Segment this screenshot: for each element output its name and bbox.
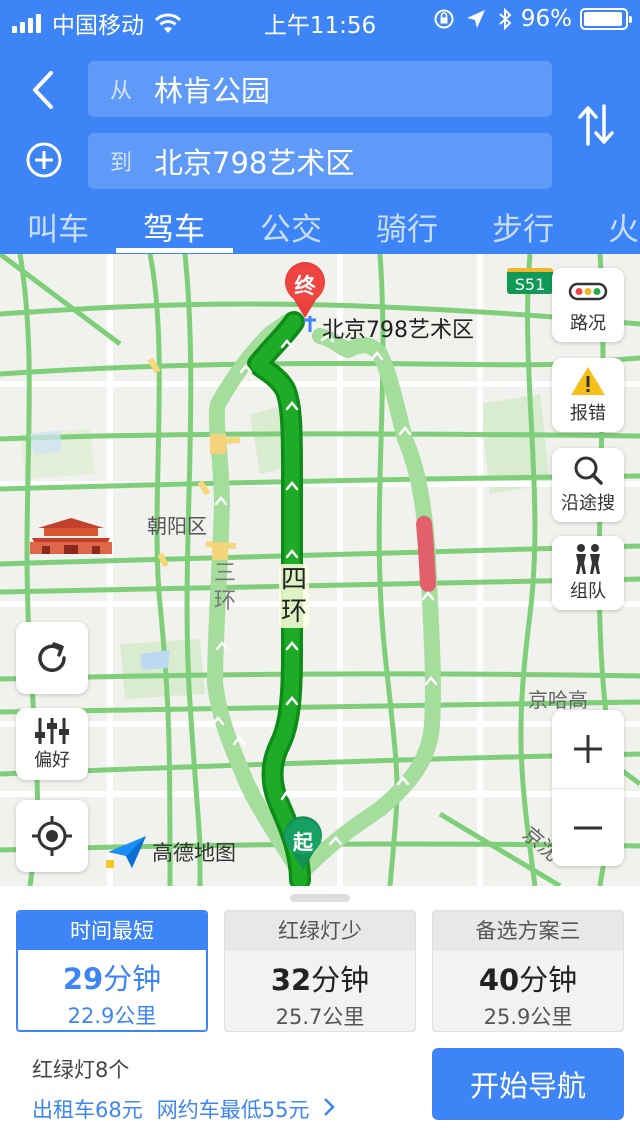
- origin-value: 林肯公园: [154, 74, 271, 108]
- sliders-icon: [35, 718, 69, 744]
- team-icon: [576, 544, 600, 574]
- panel-handle[interactable]: [290, 894, 350, 902]
- rotation-lock-icon: [434, 9, 454, 29]
- taxi-fare[interactable]: 出租车68元: [32, 1094, 143, 1124]
- route-1-time: 29分钟: [62, 962, 162, 996]
- ring3-label: 三环: [213, 561, 236, 614]
- tab-taxi[interactable]: 叫车: [0, 204, 116, 249]
- route-option-3[interactable]: 备选方案三 40分钟 25.9公里: [432, 910, 624, 1032]
- route-3-time: 40分钟: [478, 963, 578, 997]
- battery-icon: [580, 8, 632, 30]
- destination-value: 北京798艺术区: [154, 146, 355, 180]
- refresh-icon: [38, 642, 66, 672]
- tab-bus[interactable]: 公交: [233, 204, 349, 249]
- amap-logo-text: 高德地图: [152, 841, 236, 865]
- road-label: 京哈高: [528, 688, 588, 712]
- transport-tabs: 叫车 驾车 公交 骑行 步行 火: [0, 200, 640, 254]
- ride-hail-fare[interactable]: 网约车最低55元: [157, 1094, 310, 1124]
- origin-prefix: 从: [109, 79, 132, 104]
- report-error-label: 报错: [570, 403, 606, 424]
- poi-pin-icon: [304, 316, 316, 332]
- preference-button[interactable]: 偏好: [16, 708, 88, 780]
- zoom-in-button[interactable]: [552, 710, 624, 788]
- route-panel: 时间最短 29分钟 22.9公里 红绿灯少 32分钟 25.7公里 备选方案三 …: [0, 886, 640, 1136]
- swap-button[interactable]: [574, 100, 618, 150]
- start-navigation-button[interactable]: 开始导航: [432, 1048, 624, 1120]
- amap-logo: 高德地图: [106, 834, 236, 870]
- route-1-header: 时间最短: [18, 912, 206, 950]
- origin-marker-text: 起: [293, 830, 313, 854]
- minus-icon: [574, 826, 602, 829]
- route-3-distance: 25.9公里: [483, 1005, 573, 1029]
- ring4-label: 四环: [279, 564, 309, 628]
- route-3-header: 备选方案三: [433, 911, 623, 951]
- fare-info[interactable]: 出租车68元 网约车最低55元: [32, 1094, 336, 1124]
- map-view[interactable]: 朝阳区 三环 四环 京哈高 京沈 S51 终 北京798艺术区 起 路况 报错: [0, 254, 640, 886]
- traffic-light-icon: [568, 282, 608, 301]
- amap-logo-icon: [106, 836, 146, 868]
- preference-label: 偏好: [34, 750, 70, 771]
- traffic-button[interactable]: 路况: [552, 268, 624, 342]
- traffic-label: 路况: [570, 313, 606, 334]
- swap-arrows-icon: [578, 104, 614, 146]
- destination-prefix: 到: [109, 151, 132, 176]
- bluetooth-icon: [499, 8, 512, 30]
- refresh-button[interactable]: [16, 622, 88, 694]
- tab-walk[interactable]: 步行: [465, 204, 581, 249]
- battery-percent: 96%: [520, 6, 572, 32]
- tiananmen-icon: [30, 518, 112, 554]
- plus-icon: [574, 735, 602, 763]
- crosshair-icon: [32, 816, 72, 856]
- search-icon: [574, 456, 603, 485]
- search-along-button[interactable]: 沿途搜: [552, 448, 624, 522]
- district-label: 朝阳区: [147, 514, 207, 538]
- locate-button[interactable]: [16, 800, 88, 872]
- report-error-button[interactable]: 报错: [552, 358, 624, 432]
- map-canvas: [0, 254, 640, 886]
- destination-map-label: 北京798艺术区: [322, 318, 474, 343]
- route-2-header: 红绿灯少: [225, 911, 415, 951]
- plus-circle-icon: [26, 142, 62, 178]
- tab-drive[interactable]: 驾车: [116, 204, 232, 249]
- destination-field[interactable]: 到 北京798艺术区: [88, 133, 552, 189]
- header: 中国移动 上午11:56 96% 从 林肯公园 到 北京798艺术区 叫车 驾车…: [0, 0, 640, 254]
- route-2-time: 32分钟: [270, 963, 370, 997]
- route-option-1[interactable]: 时间最短 29分钟 22.9公里: [16, 910, 208, 1032]
- route-option-2[interactable]: 红绿灯少 32分钟 25.7公里: [224, 910, 416, 1032]
- warning-icon: [571, 367, 605, 395]
- team-label: 组队: [570, 581, 606, 602]
- route-2-distance: 25.7公里: [275, 1005, 365, 1029]
- search-along-label: 沿途搜: [561, 493, 615, 514]
- zoom-control: [552, 710, 624, 866]
- traffic-lights-count: 红绿灯8个: [32, 1058, 130, 1082]
- back-button[interactable]: [22, 66, 62, 114]
- status-bar: 中国移动 上午11:56 96%: [0, 0, 640, 40]
- destination-marker-text: 终: [294, 274, 316, 298]
- origin-field[interactable]: 从 林肯公园: [88, 61, 552, 117]
- tab-bike[interactable]: 骑行: [349, 204, 465, 249]
- highway-badge: S51: [507, 268, 553, 294]
- add-waypoint-button[interactable]: [24, 140, 64, 180]
- tab-train[interactable]: 火: [582, 204, 640, 249]
- route-1-distance: 22.9公里: [67, 1004, 157, 1028]
- chevron-left-icon: [33, 71, 53, 109]
- chevron-right-icon: [324, 1098, 336, 1116]
- zoom-out-button[interactable]: [552, 788, 624, 866]
- team-button[interactable]: 组队: [552, 536, 624, 610]
- active-tab-indicator: [116, 248, 233, 253]
- location-arrow-icon: [466, 10, 485, 28]
